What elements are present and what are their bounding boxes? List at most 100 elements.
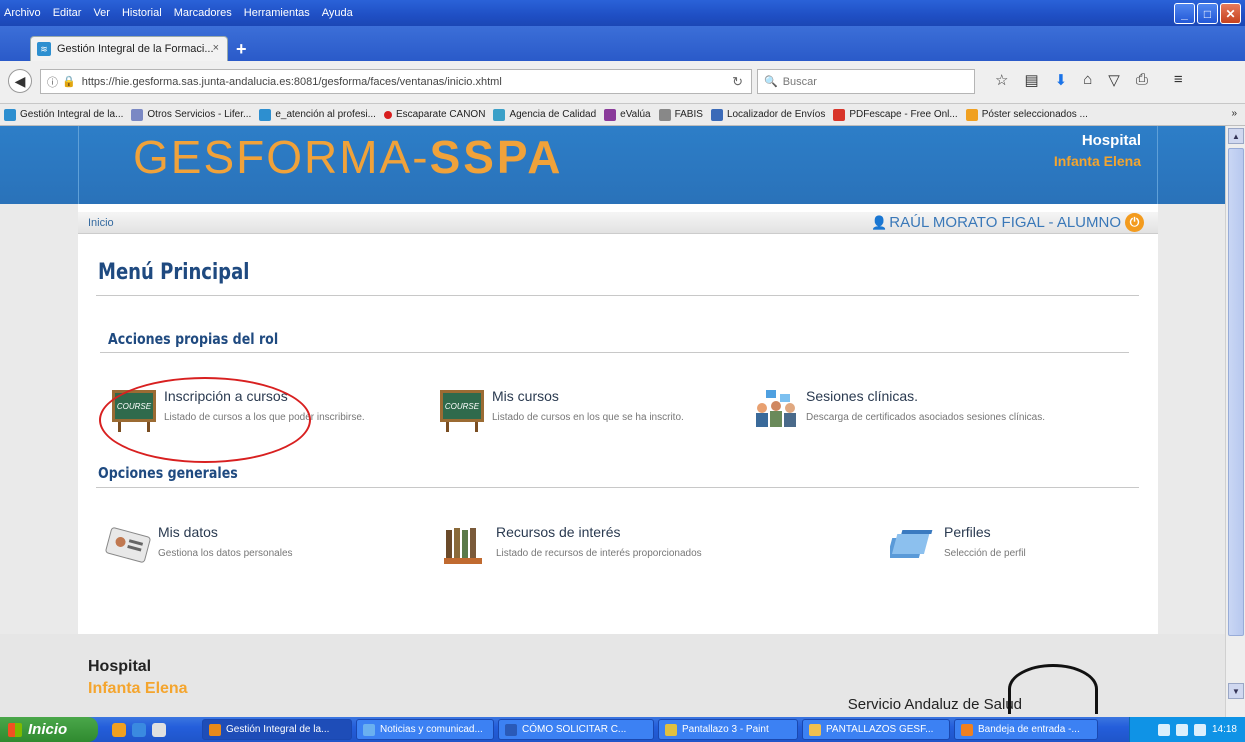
bookmark-favicon-icon (710, 108, 723, 121)
recursos-interes-item[interactable]: Recursos de interés Listado de recursos … (442, 524, 702, 568)
bookmark-favicon-icon (833, 108, 846, 121)
mis-datos-item[interactable]: Mis datos Gestiona los datos personales (104, 524, 293, 568)
item-title: Mis cursos (492, 388, 559, 404)
clock: 14:18 (1211, 724, 1237, 735)
course-board-icon: COURSE (438, 388, 486, 432)
profile-stack-icon (886, 524, 938, 568)
menu-herramientas[interactable]: Herramientas (244, 7, 310, 19)
quick-launch (112, 722, 202, 737)
search-icon: 🔍 (764, 76, 778, 88)
bookmark-item[interactable]: Póster seleccionados ... (965, 108, 1088, 121)
taskbar-item[interactable]: Gestión Integral de la... (202, 719, 352, 740)
bookmark-item[interactable]: Agencia de Calidad (493, 108, 596, 121)
tab-title: Gestión Integral de la Formaci... (57, 43, 214, 55)
divider (100, 352, 1129, 353)
taskbar-item[interactable]: Bandeja de entrada -... (954, 719, 1098, 740)
item-description: Selección de perfil (944, 548, 1026, 559)
bookmark-item[interactable]: Otros Servicios - Lifer... (131, 108, 251, 121)
books-icon (442, 524, 490, 568)
taskbar-item[interactable]: Noticias y comunicad... (356, 719, 494, 740)
site-logo[interactable]: GESFORMA-SSPA (133, 130, 563, 184)
page-viewport: GESFORMA-SSPA Hospital Infanta Elena Ini… (0, 126, 1225, 717)
bookmark-favicon-icon (4, 108, 16, 121)
breadcrumb-bar: Inicio 👤 RAÚL MORATO FIGAL - ALUMNO ⏻ (78, 212, 1158, 234)
user-info: 👤 RAÚL MORATO FIGAL - ALUMNO ⏻ (871, 213, 1144, 232)
start-button[interactable]: Inicio (0, 717, 98, 742)
outlook-icon (961, 723, 973, 736)
tray-icon[interactable] (1175, 723, 1188, 736)
bookmark-favicon-icon (604, 108, 617, 121)
footer-hospital-line2: Infanta Elena (88, 680, 188, 697)
page-title: Menú Principal (98, 260, 250, 285)
item-title: Perfiles (944, 524, 991, 540)
menu-marcadores[interactable]: Marcadores (174, 7, 232, 19)
menu-historial[interactable]: Historial (122, 7, 162, 19)
bookmark-star-icon[interactable]: ☆ (995, 71, 1008, 89)
browser-tab[interactable]: ≋ Gestión Integral de la Formaci... × (30, 36, 228, 61)
bookmark-item[interactable]: FABIS (658, 108, 703, 121)
menu-ayuda[interactable]: Ayuda (322, 7, 353, 19)
quick-launch-icon[interactable] (132, 722, 146, 737)
item-title: Mis datos (158, 524, 218, 540)
menu-ver[interactable]: Ver (93, 7, 110, 19)
tab-strip: ≋ Gestión Integral de la Formaci... × + (0, 26, 1245, 61)
home-icon[interactable]: ⌂ (1083, 71, 1092, 89)
print-icon[interactable]: ⎙ (1136, 71, 1148, 89)
mail-tray-icon[interactable] (1193, 723, 1206, 736)
minimize-button[interactable]: _ (1174, 3, 1195, 24)
footer-hospital-line1: Hospital (88, 658, 152, 675)
url-bar[interactable]: ⓘ 🔒 https://hie.gesforma.sas.junta-andal… (40, 69, 752, 94)
scroll-down-icon[interactable]: ▼ (1228, 683, 1244, 699)
divider (96, 295, 1139, 296)
bookmark-favicon-icon (383, 110, 392, 119)
quick-launch-icon[interactable] (112, 722, 126, 737)
bookmark-favicon-icon (259, 108, 272, 121)
navigation-bar: ◀ ⓘ 🔒 https://hie.gesforma.sas.junta-and… (0, 61, 1245, 104)
bookmark-item[interactable]: eValúa (604, 108, 651, 121)
divider (96, 487, 1139, 488)
search-placeholder: Buscar (782, 75, 817, 88)
perfiles-item[interactable]: Perfiles Selección de perfil (886, 524, 1026, 568)
maximize-button[interactable]: □ (1197, 3, 1218, 24)
url-text: https://hie.gesforma.sas.junta-andalucia… (81, 75, 502, 88)
taskbar-item[interactable]: CÓMO SOLICITAR C... (498, 719, 654, 740)
taskbar-item[interactable]: PANTALLAZOS GESF... (802, 719, 950, 740)
search-input[interactable]: 🔍 Buscar (757, 69, 975, 94)
bookmark-favicon-icon (493, 108, 506, 121)
pocket-icon[interactable]: ▽ (1108, 71, 1120, 89)
taskbar-item[interactable]: Pantallazo 3 - Paint (658, 719, 798, 740)
mis-cursos-item[interactable]: COURSE Mis cursos Listado de cursos en l… (438, 388, 684, 432)
info-icon[interactable]: ⓘ (47, 74, 58, 90)
breadcrumb-inicio[interactable]: Inicio (88, 217, 114, 229)
item-title: Sesiones clínicas. (806, 388, 919, 404)
sesiones-clinicas-item[interactable]: Sesiones clínicas. Descarga de certifica… (752, 388, 1045, 432)
vertical-scrollbar[interactable]: ▲ ▼ (1225, 126, 1245, 717)
bookmark-item[interactable]: Gestión Integral de la... (4, 108, 123, 121)
user-icon: 👤 (871, 214, 888, 230)
bookmark-item[interactable]: Escaparate CANON (383, 109, 485, 120)
item-description: Listado de cursos en los que se ha inscr… (492, 412, 684, 423)
logout-power-icon[interactable]: ⏻ (1125, 213, 1144, 232)
back-button[interactable]: ◀ (8, 69, 32, 93)
bookmark-favicon-icon (131, 108, 144, 121)
bookmarks-overflow-icon[interactable]: » (1231, 108, 1237, 119)
bookmarks-library-icon[interactable]: ▤ (1024, 71, 1038, 89)
menu-archivo[interactable]: Archivo (4, 7, 41, 19)
new-tab-button[interactable]: + (236, 39, 247, 60)
scroll-thumb[interactable] (1228, 148, 1244, 636)
close-window-button[interactable]: ✕ (1220, 3, 1241, 24)
tab-close-icon[interactable]: × (213, 42, 219, 54)
download-icon[interactable]: ⬇ (1055, 71, 1068, 89)
tray-icon[interactable] (1157, 723, 1170, 736)
sas-logo-text: Servicio Andaluz de Salud (847, 696, 1022, 713)
ie-icon (363, 723, 375, 736)
id-card-icon (104, 524, 152, 568)
reload-icon[interactable]: ↻ (732, 74, 743, 90)
quick-launch-icon[interactable] (152, 722, 166, 737)
bookmark-item[interactable]: e_atención al profesi... (259, 108, 376, 121)
menu-hamburger-icon[interactable]: ≡ (1174, 71, 1183, 89)
bookmark-item[interactable]: Localizador de Envíos (710, 108, 825, 121)
scroll-up-icon[interactable]: ▲ (1228, 128, 1244, 144)
bookmark-item[interactable]: PDFescape - Free Onl... (833, 108, 958, 121)
menu-editar[interactable]: Editar (53, 7, 82, 19)
